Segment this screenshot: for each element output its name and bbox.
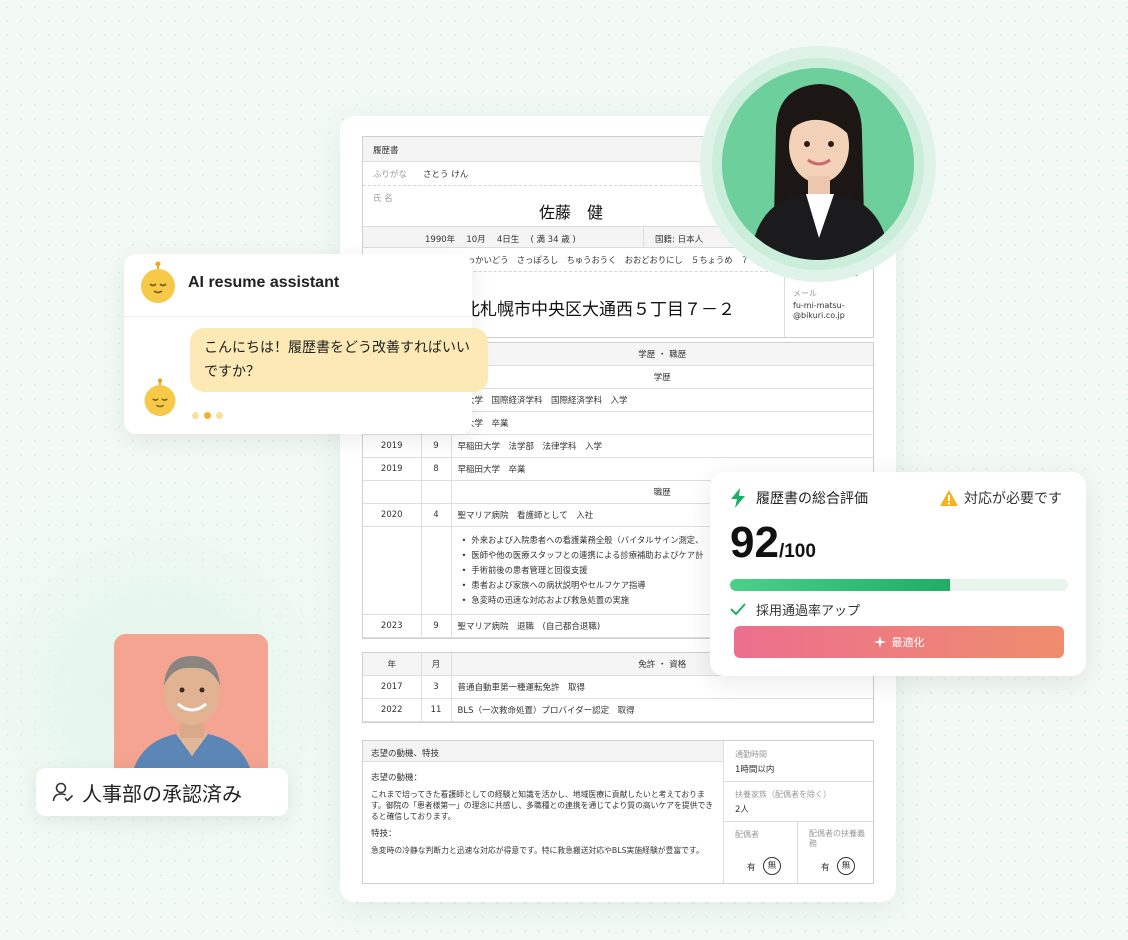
table-row: 2017 3 普通自動車第一種運転免許 取得 (363, 675, 873, 699)
dependents-label: 扶養家族（配偶者を除く） (735, 790, 831, 799)
spouse-support-label: 配偶者の扶養義務 (809, 829, 865, 848)
skill-text: 急変時の冷静な判断力と迅速な対応が得意です。特に救急搬送対応やBLS実施経験が豊… (371, 846, 704, 855)
skill-label: 特技： (371, 829, 397, 839)
chat-title: AI resume assistant (188, 274, 340, 291)
name-label: 氏 名 (373, 194, 393, 204)
address-value: 北札幌市中央区大通西５丁目７－２ (463, 300, 735, 320)
spouse-support-yes: 有 (821, 863, 830, 873)
mail-value-line2: @bikuri.co.jp (793, 311, 845, 320)
table-row: 2022 11 BLS（一次救命処置）プロバイダー認定 取得 (363, 698, 873, 722)
chat-message-bubble: こんにちは！履歴書をどう改善すればいいですか？ (190, 328, 488, 392)
motivation-header: 志望の動機、特技 (371, 749, 440, 759)
furigana-value: さとう けん (423, 170, 469, 180)
warning-text: 対応が必要です (964, 491, 1062, 507)
approved-label: 人事部の承認済み (82, 781, 242, 806)
spouse-yes: 有 (747, 863, 756, 873)
score-value: 92/100 (730, 518, 816, 567)
resume-score-card: 履歴書の総合評価 対応が必要です 92/100 採用通過率アップ 最適化 (710, 472, 1086, 676)
nationality: 国籍: 日本人 (655, 235, 704, 245)
resume-doc-title: 履歴書 (373, 146, 399, 156)
optimize-button-label: 最適化 (891, 636, 925, 649)
motivation-label: 志望の動機： (371, 773, 423, 783)
candidate-avatar (722, 68, 914, 260)
motivation-block: 志望の動機、特技 志望の動機： これまで培ってきた看護師としての経験と知識を活か… (362, 740, 874, 884)
name-value: 佐藤 健 (539, 203, 604, 222)
sparkle-icon (873, 636, 886, 648)
dependents-value: 2人 (735, 805, 749, 815)
table-row: 2019 9 早稲田大学 法学部 法律学科 入学 (363, 434, 873, 458)
hr-approved-badge: 人事部の承認済み (36, 768, 288, 816)
commute-value: 1時間以内 (735, 765, 775, 775)
user-check-icon (52, 782, 74, 802)
edu-label: 学歴 (451, 365, 873, 389)
spouse-support-no-circled: 無 (837, 857, 855, 875)
check-icon (730, 603, 746, 616)
mail-value-line1: fu-mi-matsu- (793, 301, 845, 310)
mail-label: メール (793, 289, 817, 298)
spouse-no-circled: 無 (763, 857, 781, 875)
motivation-text: これまで培ってきた看護師としての経験と知識を活かし、地域医療に貢献したいと考えて… (371, 790, 714, 821)
assistant-mascot-small-icon (144, 378, 176, 417)
spouse-label: 配偶者 (735, 830, 759, 839)
history-header: 学歴 ・ 職歴 (451, 343, 873, 366)
furigana-label: ふりがな (373, 170, 408, 180)
address-furigana: っかいどう さっぽろし ちゅうおうく おおどおりにし ５ちょうめ ７－２ (467, 255, 766, 265)
ai-assistant-card: AI resume assistant こんにちは！履歴書をどう改善すればいいで… (124, 254, 488, 434)
typing-indicator (192, 404, 228, 423)
assistant-mascot-icon (141, 261, 175, 303)
birth-date: 1990年 10月 4日生 ( 満 34 歳 ) (425, 235, 576, 245)
hr-approver-photo (114, 634, 268, 784)
lightning-icon (731, 488, 745, 508)
warning-icon (940, 490, 958, 506)
score-note: 採用通過率アップ (756, 604, 861, 619)
score-progress-bar (730, 579, 1068, 591)
commute-label: 通勤時間 (735, 750, 767, 759)
optimize-button[interactable]: 最適化 (734, 626, 1064, 658)
score-title: 履歴書の総合評価 (756, 491, 868, 507)
